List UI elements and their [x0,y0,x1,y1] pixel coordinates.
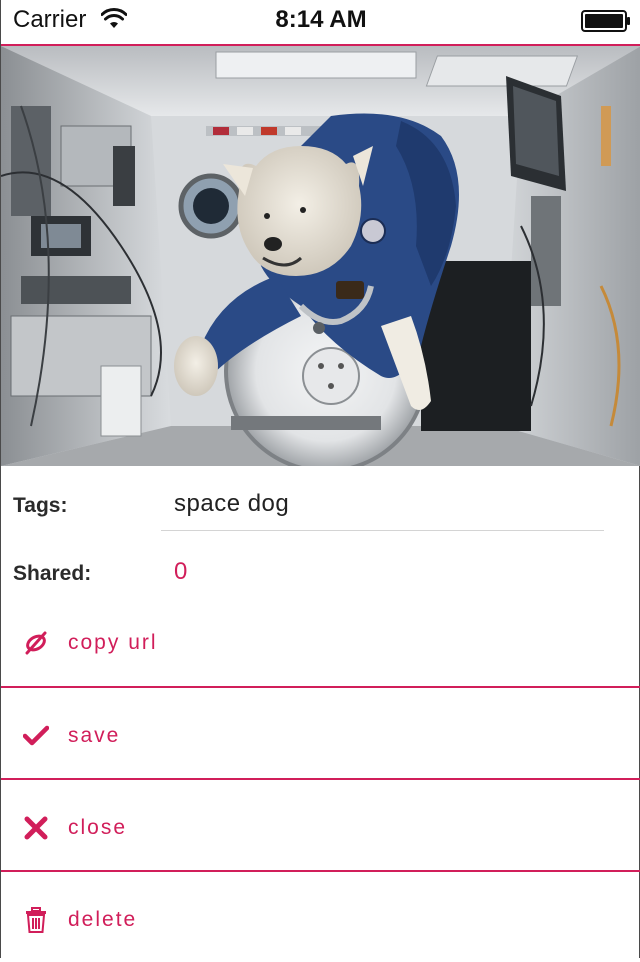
shared-label: Shared: [13,562,92,585]
battery-full-icon [581,10,630,32]
copy-url-button[interactable]: copy url [1,600,640,690]
save-button[interactable]: save [1,686,640,778]
app-frame: Carrier 8:14 AM Tags: space dog Shared: … [0,0,640,958]
photo-space-dog [1,46,640,466]
delete-label: delete [68,908,138,931]
delete-button[interactable]: delete [1,870,640,962]
clock: 8:14 AM [275,6,367,33]
checkmark-icon [23,725,49,746]
shared-count: 0 [174,558,188,585]
link-icon [25,631,47,655]
trash-icon [26,907,46,933]
tags-label: Tags: [13,494,68,517]
save-label: save [68,724,121,747]
close-icon [24,816,48,840]
hero-photo [1,46,640,466]
tags-input-underline [161,530,604,531]
close-button[interactable]: close [1,778,640,870]
copy-url-label: copy url [68,631,158,654]
close-label: close [68,816,128,839]
status-bar: Carrier 8:14 AM [1,0,640,46]
tags-input[interactable]: space dog [174,490,289,518]
